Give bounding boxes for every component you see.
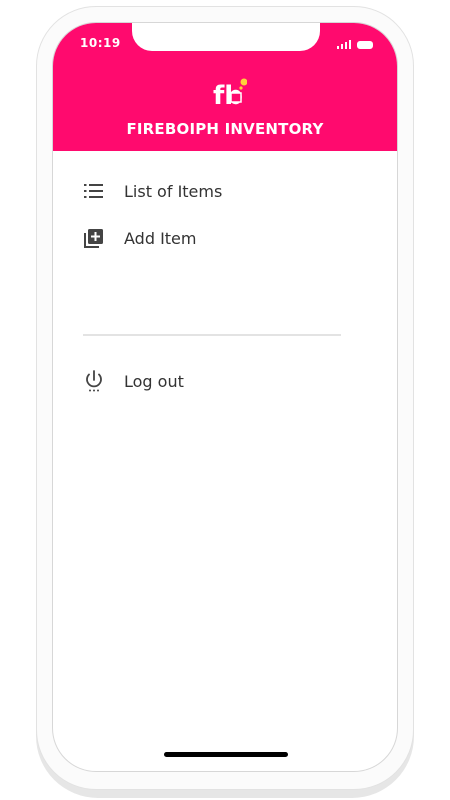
status-time: 10:19 [80, 36, 121, 50]
app-screen: 10:19 fb FIREBOIPH INVENTORY List of Ite… [52, 22, 398, 772]
battery-icon [357, 41, 373, 49]
menu-item-label: Log out [124, 371, 184, 391]
add-box-icon [83, 227, 105, 249]
home-indicator [164, 752, 288, 757]
power-icon [83, 370, 105, 392]
list-icon [83, 180, 105, 202]
menu-item-add-item[interactable]: Add Item [53, 216, 397, 260]
menu-item-log-out[interactable]: Log out [53, 359, 397, 403]
menu-item-label: Add Item [124, 228, 197, 248]
menu-item-list-of-items[interactable]: List of Items [53, 169, 397, 213]
menu-divider [83, 334, 341, 336]
fb-logo-icon: fb [213, 78, 247, 111]
status-icons [337, 37, 373, 49]
menu-item-label: List of Items [124, 181, 223, 201]
device-notch [132, 23, 320, 51]
signal-icon [337, 39, 351, 49]
drawer-header: 10:19 fb FIREBOIPH INVENTORY [53, 23, 397, 151]
app-title: FIREBOIPH INVENTORY [126, 120, 324, 138]
